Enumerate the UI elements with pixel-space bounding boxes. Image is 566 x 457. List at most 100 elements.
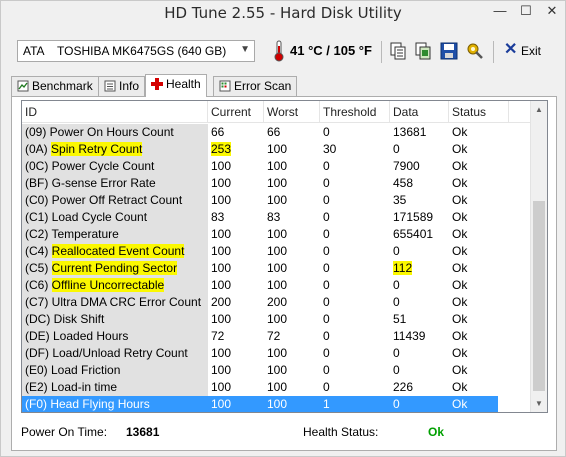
- current-value: 253: [211, 142, 232, 156]
- status-value: Ok: [452, 227, 468, 241]
- scrollbar-thumb[interactable]: [533, 201, 545, 391]
- column-header-status[interactable]: Status: [449, 101, 509, 123]
- attribute-id-cell: (E0) Load Friction: [25, 363, 121, 377]
- table-row[interactable]: (09) Power On Hours Count 66 66 0 13681 Ok: [22, 124, 530, 141]
- current-value: 100: [211, 397, 232, 411]
- table-row[interactable]: (DE) Loaded Hours 72 72 0 11439 Ok: [22, 328, 530, 345]
- table-row[interactable]: (C5) Current Pending Sector 100 100 0 112 Ok: [22, 260, 530, 277]
- smart-table[interactable]: ID Current Worst Threshold Data Status (…: [21, 100, 548, 413]
- tab-info[interactable]: Info: [98, 76, 146, 96]
- table-row[interactable]: (C0) Power Off Retract Count 100 100 0 35 Ok: [22, 192, 530, 209]
- exit-icon: ✕: [504, 41, 518, 58]
- table-row[interactable]: (E2) Load-in time 100 100 0 226 Ok: [22, 379, 530, 396]
- data-value: 0: [393, 363, 400, 377]
- minimize-button[interactable]: —: [487, 1, 513, 23]
- options-icon[interactable]: [466, 42, 484, 60]
- attribute-id-cell: (C5) Current Pending Sector: [22, 260, 178, 277]
- current-cell: 100: [208, 396, 232, 412]
- data-value: 35: [393, 193, 407, 207]
- data-value: 0: [393, 397, 400, 411]
- worst-cell: 200: [264, 294, 287, 311]
- worst-value: 72: [267, 329, 281, 343]
- status-cell: Ok: [449, 379, 467, 396]
- table-row[interactable]: (C6) Offline Uncorrectable 100 100 0 0 Ok: [22, 277, 530, 294]
- status-value: Ok: [452, 312, 468, 326]
- column-header-id[interactable]: ID: [22, 101, 208, 123]
- table-row[interactable]: (F0) Head Flying Hours 100 100 1 0 Ok: [22, 396, 530, 412]
- worst-cell: 100: [264, 277, 287, 294]
- worst-value: 100: [267, 142, 288, 156]
- scroll-down-icon[interactable]: ▼: [531, 395, 547, 412]
- table-row[interactable]: (0C) Power Cycle Count 100 100 0 7900 Ok: [22, 158, 530, 175]
- worst-cell: 72: [264, 328, 280, 345]
- data-cell: 226: [390, 379, 413, 396]
- window-title: HD Tune 2.55 - Hard Disk Utility: [164, 4, 402, 22]
- tab-benchmark[interactable]: Benchmark: [11, 76, 99, 96]
- status-footer: Power On Time: 13681 Health Status: Ok: [12, 419, 556, 449]
- table-row[interactable]: (DF) Load/Unload Retry Count 100 100 0 0 Ok: [22, 345, 530, 362]
- threshold-cell: 0: [320, 311, 330, 328]
- data-cell: 0: [390, 243, 400, 260]
- tab-error-scan[interactable]: Error Scan: [213, 76, 298, 96]
- column-header-threshold[interactable]: Threshold: [320, 101, 390, 123]
- tab-health[interactable]: Health: [145, 74, 207, 97]
- current-cell: 100: [208, 362, 231, 379]
- data-cell: 0: [390, 362, 400, 379]
- worst-value: 100: [267, 312, 288, 326]
- maximize-button[interactable]: ☐: [513, 1, 539, 23]
- column-header-current[interactable]: Current: [208, 101, 264, 123]
- worst-value: 100: [267, 176, 288, 190]
- tab-error-scan-label: Error Scan: [234, 79, 292, 93]
- current-cell: 100: [208, 311, 231, 328]
- current-cell: 72: [208, 328, 224, 345]
- worst-cell: 100: [264, 141, 287, 158]
- table-row[interactable]: (C4) Reallocated Event Count 100 100 0 0 Ok: [22, 243, 530, 260]
- column-header-data[interactable]: Data: [390, 101, 449, 123]
- table-row[interactable]: (0A) Spin Retry Count 253 100 30 0 Ok: [22, 141, 530, 158]
- current-value: 100: [211, 346, 232, 360]
- status-value: Ok: [452, 193, 468, 207]
- data-cell: 112: [390, 260, 413, 277]
- data-cell: 7900: [390, 158, 420, 175]
- table-row[interactable]: (E0) Load Friction 100 100 0 0 Ok: [22, 362, 530, 379]
- close-button[interactable]: ✕: [539, 1, 565, 23]
- status-value: Ok: [452, 244, 468, 258]
- threshold-value: 30: [323, 142, 337, 156]
- status-cell: Ok: [449, 124, 467, 141]
- attribute-name-highlighted: Offline Uncorrectable: [51, 278, 165, 292]
- status-value: Ok: [452, 125, 468, 139]
- table-row[interactable]: (BF) G-sense Error Rate 100 100 0 458 Ok: [22, 175, 530, 192]
- threshold-value: 0: [323, 346, 330, 360]
- attribute-id-cell: (C1) Load Cycle Count: [25, 210, 148, 224]
- worst-value: 100: [267, 159, 288, 173]
- worst-value: 100: [267, 244, 288, 258]
- status-cell: Ok: [449, 175, 467, 192]
- worst-value: 100: [267, 380, 288, 394]
- data-value: 112: [393, 261, 413, 275]
- table-row[interactable]: (C2) Temperature 100 100 0 655401 Ok: [22, 226, 530, 243]
- drive-select[interactable]: ATA TOSHIBA MK6475GS (640 GB) ▼: [17, 40, 255, 62]
- copy-screenshot-icon[interactable]: [414, 42, 432, 60]
- scroll-up-icon[interactable]: ▲: [531, 101, 547, 118]
- worst-value: 200: [267, 295, 288, 309]
- table-row[interactable]: (C1) Load Cycle Count 83 83 0 171589 Ok: [22, 209, 530, 226]
- health-panel: ID Current Worst Threshold Data Status (…: [11, 96, 557, 451]
- worst-cell: 100: [264, 396, 287, 412]
- status-cell: Ok: [449, 277, 467, 294]
- worst-value: 66: [267, 125, 281, 139]
- vertical-scrollbar[interactable]: ▲ ▼: [530, 101, 547, 412]
- status-value: Ok: [452, 363, 468, 377]
- table-row[interactable]: (C7) Ultra DMA CRC Error Count 200 200 0 0 Ok: [22, 294, 530, 311]
- current-cell: 66: [208, 124, 224, 141]
- threshold-value: 0: [323, 380, 330, 394]
- table-header: ID Current Worst Threshold Data Status: [22, 101, 530, 123]
- copy-info-icon[interactable]: [389, 42, 407, 60]
- current-value: 200: [211, 295, 232, 309]
- status-value: Ok: [452, 210, 468, 224]
- power-on-time-label: Power On Time:: [21, 425, 108, 439]
- column-header-worst[interactable]: Worst: [264, 101, 320, 123]
- threshold-value: 0: [323, 193, 330, 207]
- table-row[interactable]: (DC) Disk Shift 100 100 0 51 Ok: [22, 311, 530, 328]
- save-icon[interactable]: [440, 42, 458, 60]
- current-cell: 100: [208, 158, 231, 175]
